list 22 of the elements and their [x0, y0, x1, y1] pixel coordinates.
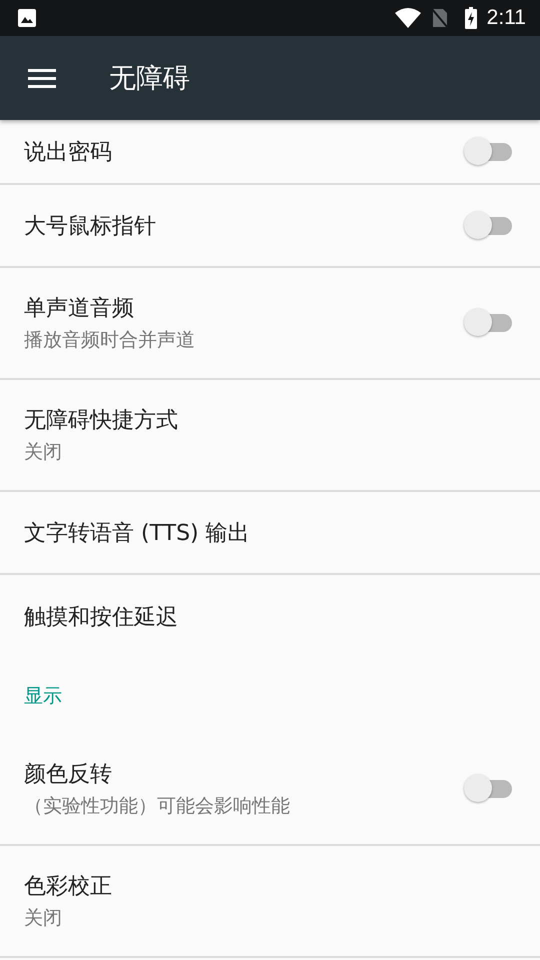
toggle-switch[interactable] [462, 136, 514, 168]
screen-title: 无障碍 [109, 62, 190, 96]
picture-icon [17, 8, 37, 28]
setting-summary: （实验性功能）可能会影响性能 [24, 794, 290, 819]
wifi-icon [394, 8, 421, 28]
setting-title[interactable]: 色彩校正 [24, 871, 112, 901]
menu-icon[interactable] [28, 68, 56, 88]
status-time: 2:11 [486, 6, 526, 30]
setting-title[interactable]: 大号鼠标指针 [24, 210, 156, 240]
setting-title[interactable]: 无障碍快捷方式 [24, 405, 178, 435]
setting-title[interactable]: 单声道音频 [24, 293, 134, 323]
setting-summary: 播放音频时合并声道 [24, 328, 195, 353]
setting-summary: 关闭 [24, 440, 62, 465]
setting-title[interactable]: 颜色反转 [24, 759, 112, 789]
battery-charging-icon [464, 7, 477, 29]
toggle-switch[interactable] [462, 210, 514, 242]
section-header: 显示 [24, 684, 62, 709]
no-sim-icon [430, 7, 449, 29]
setting-title[interactable]: 触摸和按住延迟 [24, 602, 178, 632]
setting-title[interactable]: 说出密码 [24, 136, 112, 166]
setting-title[interactable]: 文字转语音 (TTS) 输出 [24, 518, 250, 548]
setting-summary: 关闭 [24, 906, 62, 931]
